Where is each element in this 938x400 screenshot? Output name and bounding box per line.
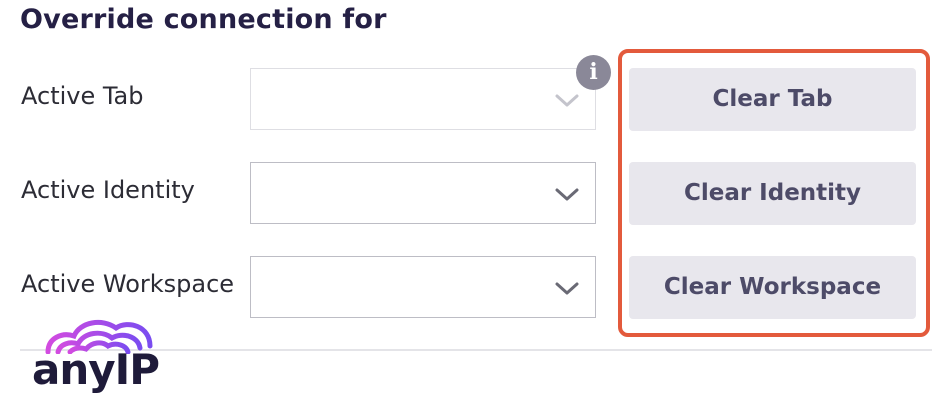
active-tab-label: Active Tab [21, 82, 144, 110]
active-workspace-label: Active Workspace [21, 270, 235, 298]
active-tab-select[interactable] [250, 68, 596, 130]
active-identity-label: Active Identity [21, 176, 195, 204]
active-workspace-select[interactable] [250, 256, 596, 318]
clear-workspace-button[interactable]: Clear Workspace [629, 256, 916, 319]
chevron-down-icon [553, 277, 581, 299]
section-title: Override connection for [20, 4, 387, 35]
active-identity-select[interactable] [250, 162, 596, 224]
info-icon[interactable]: i [576, 55, 611, 90]
logo-text: anyIP [32, 345, 160, 394]
anyip-logo: anyIP [30, 312, 180, 400]
clear-identity-button[interactable]: Clear Identity [629, 162, 916, 225]
chevron-down-icon [553, 183, 581, 205]
chevron-down-icon [553, 89, 581, 111]
clear-tab-button[interactable]: Clear Tab [629, 68, 916, 131]
override-connection-panel: Override connection for Active Tab i Act… [0, 0, 938, 400]
